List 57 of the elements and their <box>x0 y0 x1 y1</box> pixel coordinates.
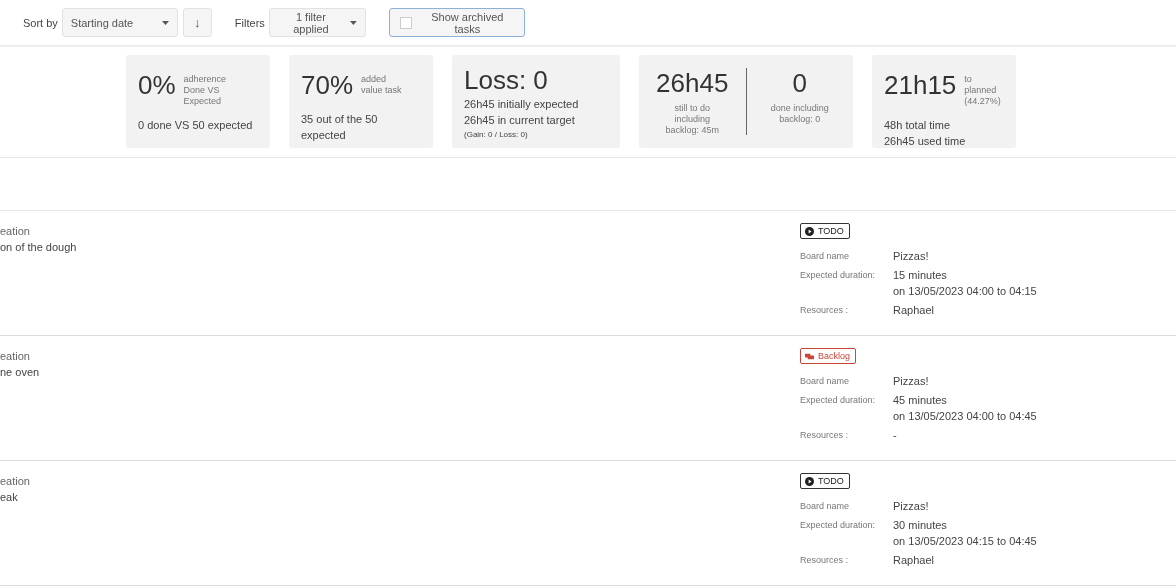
task-category: eation <box>0 224 31 239</box>
play-icon <box>805 226 814 236</box>
play-icon <box>805 476 814 486</box>
detail-label: Resources : <box>800 429 850 442</box>
task-category: eation <box>0 349 31 364</box>
checkbox[interactable] <box>399 16 412 29</box>
detail-value: 30 minutes on 13/05/2023 04:15 to 04:45 <box>893 518 1037 549</box>
caret-icon <box>161 20 169 25</box>
detail-label: Board name <box>800 250 851 263</box>
task-category: eation <box>0 474 31 489</box>
detail-value: Raphael <box>893 553 934 568</box>
stat-detail: 48h total time <box>884 118 952 133</box>
stat-value: 0% <box>138 69 176 101</box>
detail-value: 15 minutes on 13/05/2023 04:00 to 04:15 <box>893 268 1037 299</box>
stat-detail: 26h45 initially expected <box>464 97 580 112</box>
stat-caption: still to do including backlog: 45m <box>665 103 719 136</box>
stat-caption: to planned (44.27%) <box>964 74 1002 107</box>
detail-label: Resources : <box>800 554 850 567</box>
filters-label: Filters <box>234 16 265 29</box>
stat-value: 0 <box>792 67 807 99</box>
stat-detail: 0 done VS 50 expected <box>138 118 254 133</box>
status-badge: Backlog <box>800 348 857 364</box>
stat-caption: added value task <box>361 74 402 96</box>
caret-icon <box>350 20 357 25</box>
detail-label: Board name <box>800 500 851 513</box>
detail-value: Pizzas! <box>893 499 929 514</box>
detail-value: Pizzas! <box>893 249 929 264</box>
detail-label: Board name <box>800 375 851 388</box>
stat-caption: done including backlog: 0 <box>770 103 829 125</box>
stat-detail: 26h45 in current target <box>464 113 576 128</box>
detail-label: Expected duration: <box>800 394 877 407</box>
stat-note: (Gain: 0 / Loss: 0) <box>464 130 529 139</box>
archived-toggle[interactable]: Show archived tasks <box>388 8 525 37</box>
detail-value: Raphael <box>893 303 934 318</box>
status-badge: TODO <box>800 473 850 489</box>
detail-value: 45 minutes on 13/05/2023 04:00 to 04:45 <box>893 393 1037 424</box>
stat-value: 70% <box>301 69 354 101</box>
sort-direction-button[interactable]: ↓ <box>182 8 212 37</box>
detail-value: - <box>893 428 897 443</box>
sort-label: Sort by <box>23 16 58 29</box>
stat-value: 21h15 <box>884 69 957 101</box>
task-title: eak <box>0 490 19 505</box>
stat-detail: 35 out of the 50 expected <box>301 112 379 143</box>
detail-label: Expected duration: <box>800 519 877 532</box>
stat-value: Loss: 0 <box>464 64 549 96</box>
stacked-cards-icon <box>805 351 814 361</box>
detail-label: Resources : <box>800 304 850 317</box>
task-title: ne oven <box>0 365 41 380</box>
sort-select[interactable]: Starting date <box>61 8 178 37</box>
stat-detail: 26h45 used time <box>884 134 967 149</box>
filter-select[interactable]: 1 filter applied <box>268 8 366 37</box>
status-badge: TODO <box>800 223 850 239</box>
detail-label: Expected duration: <box>800 269 877 282</box>
stat-caption: adherence Done VS Expected <box>183 74 228 107</box>
stat-value: 26h45 <box>656 67 729 99</box>
task-title: on of the dough <box>0 240 78 255</box>
detail-value: Pizzas! <box>893 374 929 389</box>
